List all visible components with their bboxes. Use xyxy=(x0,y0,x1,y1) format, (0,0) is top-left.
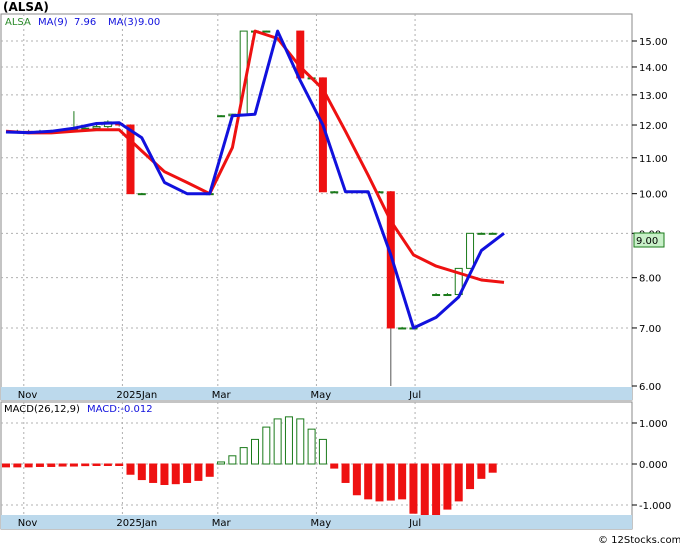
macd-x-tick-label: Jul xyxy=(408,518,421,529)
macd-bar-negative xyxy=(398,463,407,500)
macd-bar-negative xyxy=(205,463,214,477)
price-y-tick-label: 13.00 xyxy=(639,91,668,102)
legend-ma3-value: 9.00 xyxy=(138,17,160,28)
macd-bar-negative xyxy=(171,463,180,485)
price-y-tick-label: 7.00 xyxy=(639,324,661,335)
legend-ma3-label: MA(3) xyxy=(108,17,138,28)
macd-bar-negative xyxy=(35,463,44,467)
candle-body-up xyxy=(443,294,452,297)
macd-y-tick-label: -1.000 xyxy=(639,501,671,512)
macd-params-label: MACD(26,12,9) xyxy=(4,404,80,415)
last-price-badge-text: 9.00 xyxy=(636,236,658,247)
macd-bar-negative xyxy=(341,463,350,483)
legend-ma9-value: 7.96 xyxy=(74,17,96,28)
macd-bar-negative xyxy=(81,463,90,467)
macd-bar-negative xyxy=(194,463,203,481)
candle-body-up xyxy=(432,294,441,297)
macd-bar-negative xyxy=(103,463,112,466)
macd-bar-positive xyxy=(284,416,293,465)
macd-legend: MACD(26,12,9) MACD:-0.012 xyxy=(4,404,153,415)
macd-bar-positive xyxy=(217,461,226,465)
candle-body-up xyxy=(92,126,101,129)
macd-bar-negative xyxy=(58,463,67,467)
macd-bar-negative xyxy=(432,463,441,518)
price-y-tick-label: 12.00 xyxy=(639,121,668,132)
macd-value-label: MACD:-0.012 xyxy=(87,404,153,415)
macd-bar-positive xyxy=(239,447,248,465)
macd-x-tick-label: 2025Jan xyxy=(116,518,157,529)
macd-bar-negative xyxy=(69,463,78,467)
macd-bar-negative xyxy=(386,463,395,501)
candle-body-up xyxy=(262,30,271,33)
candle-body-up xyxy=(398,327,407,330)
macd-bar-negative xyxy=(488,463,497,473)
candle-body-up xyxy=(488,232,497,235)
macd-y-tick-label: 1.000 xyxy=(639,419,668,430)
macd-bar-negative xyxy=(160,463,169,485)
macd-bar-negative xyxy=(149,463,158,483)
candle-body-down xyxy=(126,124,135,195)
macd-bar-negative xyxy=(443,463,452,510)
candle-body-up xyxy=(217,115,226,118)
price-x-tick-label: Mar xyxy=(212,390,232,401)
candle-body-up xyxy=(466,232,475,269)
macd-bar-negative xyxy=(330,463,339,469)
macd-bar-positive xyxy=(296,418,305,465)
macd-x-tick-label: May xyxy=(310,518,331,529)
price-x-tick-label: Nov xyxy=(18,390,38,401)
macd-bar-negative xyxy=(92,463,101,466)
watermark: © 12Stocks.com xyxy=(598,535,680,546)
price-x-tick-label: Jul xyxy=(408,390,421,401)
macd-bar-negative xyxy=(137,463,146,481)
candle-body-up xyxy=(330,191,339,194)
macd-bar-positive xyxy=(262,426,271,465)
macd-bar-positive xyxy=(273,418,282,465)
macd-x-tick-label: Nov xyxy=(18,518,38,529)
price-y-tick-label: 6.00 xyxy=(639,382,661,393)
stock-chart: 15.00 14.00 13.00 12.00 11.00 10.00 9.00 8.00 7.… xyxy=(0,0,680,546)
price-y-tick-label: 11.00 xyxy=(639,154,668,165)
price-y-tick-label: 14.00 xyxy=(639,63,668,74)
candle-body-up xyxy=(137,193,146,196)
macd-bar-negative xyxy=(24,463,33,468)
macd-bar-negative xyxy=(364,463,373,500)
macd-x-tick-label: Mar xyxy=(212,518,232,529)
macd-bar-negative xyxy=(2,463,10,468)
macd-bar-negative xyxy=(409,463,418,514)
macd-bar-positive xyxy=(228,455,237,465)
chart-title: (ALSA) xyxy=(3,0,49,14)
macd-bar-negative xyxy=(115,463,124,466)
macd-bar-negative xyxy=(466,463,475,490)
macd-bar-negative xyxy=(13,463,22,468)
price-y-tick-label: 15.00 xyxy=(639,37,668,48)
price-legend: ALSA MA(9) 7.96 MA(3) 9.00 xyxy=(5,17,160,28)
macd-bar-negative xyxy=(477,463,486,479)
price-y-tick-label: 10.00 xyxy=(639,190,668,201)
macd-bar-negative xyxy=(126,463,135,475)
macd-bar-negative xyxy=(454,463,463,502)
macd-bar-negative xyxy=(352,463,361,496)
price-x-tick-label: May xyxy=(310,390,331,401)
macd-bar-negative xyxy=(183,463,192,483)
legend-ma9-label: MA(9) xyxy=(38,17,68,28)
macd-y-tick-label: 0.000 xyxy=(639,460,668,471)
macd-bar-positive xyxy=(318,438,327,465)
macd-bar-negative xyxy=(420,463,429,516)
price-x-tick-label: 2025Jan xyxy=(116,390,157,401)
macd-bar-positive xyxy=(251,438,259,465)
macd-bar-negative xyxy=(47,463,56,467)
macd-bar-positive xyxy=(307,428,316,465)
price-y-tick-label: 8.00 xyxy=(639,274,661,285)
candle-body-up xyxy=(477,232,486,235)
macd-bar-negative xyxy=(375,463,384,502)
last-price-badge: 9.00 xyxy=(633,232,665,248)
legend-ticker: ALSA xyxy=(5,17,31,28)
